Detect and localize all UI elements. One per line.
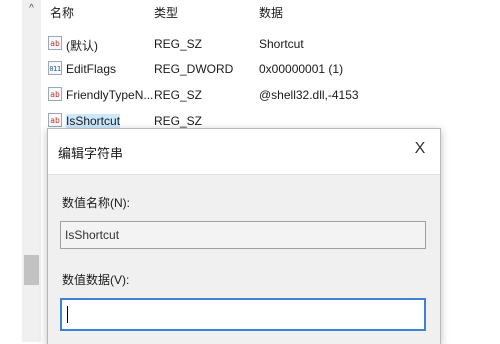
dialog-body: 数值名称(N): IsShortcut 数值数据(V): (48, 174, 440, 344)
row-data: Shortcut (259, 37, 304, 51)
table-row[interactable]: 011 EditFlags REG_DWORD 0x00000001 (1) (46, 58, 500, 82)
row-name: (默认) (66, 39, 98, 53)
value-data-label: 数值数据(V): (62, 273, 130, 287)
row-name: EditFlags (66, 62, 117, 76)
string-value-icon: ab (48, 87, 62, 101)
table-row[interactable]: ab (默认) REG_SZ Shortcut (46, 33, 500, 57)
value-name-field: IsShortcut (60, 221, 426, 249)
row-data: 0x00000001 (1) (259, 62, 344, 76)
edit-string-dialog: 编辑字符串 X 数值名称(N): IsShortcut 数值数据(V): (47, 128, 441, 344)
scroll-up-icon[interactable]: ^ (22, 0, 41, 18)
column-header-name[interactable]: 名称 (50, 4, 74, 21)
value-data-input[interactable] (60, 298, 426, 331)
row-data: @shell32.dll,-4153 (259, 88, 359, 102)
row-type: REG_DWORD (154, 62, 234, 76)
row-name: FriendlyTypeN... (66, 88, 154, 102)
value-name-label: 数值名称(N): (62, 196, 130, 210)
binary-value-icon: 011 (48, 61, 62, 75)
dialog-title: 编辑字符串 (58, 146, 124, 161)
table-row[interactable]: ab FriendlyTypeN... REG_SZ @shell32.dll,… (46, 84, 500, 108)
close-icon[interactable]: X (410, 138, 430, 160)
row-type: REG_SZ (154, 37, 203, 51)
vertical-scrollbar[interactable]: ^ (22, 0, 41, 342)
string-value-icon: ab (48, 113, 62, 127)
column-header-type[interactable]: 类型 (154, 4, 178, 21)
list-header: 名称 类型 数据 (46, 0, 500, 22)
string-value-icon: ab (48, 36, 62, 50)
text-caret (67, 306, 68, 323)
row-name: IsShortcut (66, 114, 121, 128)
scrollbar-thumb[interactable] (24, 255, 39, 285)
row-type: REG_SZ (154, 88, 203, 102)
row-type: REG_SZ (154, 114, 203, 128)
column-header-data[interactable]: 数据 (259, 4, 283, 21)
